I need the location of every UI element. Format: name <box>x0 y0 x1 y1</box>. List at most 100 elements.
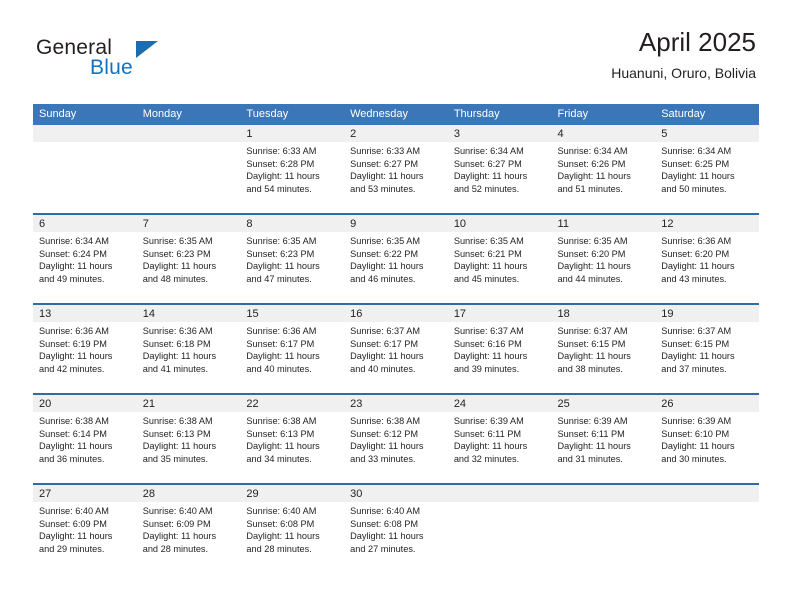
day-detail-sunset: Sunset: 6:21 PM <box>453 248 522 259</box>
day-number: 25 <box>551 395 656 412</box>
column-header-sunday: Sunday <box>33 104 137 125</box>
day-detail-daylight-l2: and 33 minutes. <box>350 453 416 464</box>
day-detail-daylight-l2: and 28 minutes. <box>142 543 209 554</box>
day-detail-sunrise: Sunrise: 6:38 AM <box>246 416 317 426</box>
day-detail-sunrise: Sunrise: 6:37 AM <box>350 326 421 336</box>
day-detail-daylight-l2: and 30 minutes. <box>661 453 727 464</box>
day-number <box>136 125 241 142</box>
day-box <box>551 485 656 573</box>
day-number: 8 <box>240 215 345 232</box>
day-number: 27 <box>33 485 137 502</box>
logo-triangle-icon <box>136 41 158 58</box>
day-box: 26 Sunrise: 6:39 AM Sunset: 6:10 PM Dayligh… <box>655 395 759 483</box>
calendar-day-cell[interactable]: 5 Sunrise: 6:34 AM Sunset: 6:25 PM Daylight… <box>655 125 759 214</box>
day-box: 17 Sunrise: 6:37 AM Sunset: 6:16 PM Dayligh… <box>447 305 552 393</box>
day-number: 15 <box>240 305 345 322</box>
calendar-day-cell[interactable]: 7 Sunrise: 6:35 AM Sunset: 6:23 PM Daylight… <box>136 213 241 304</box>
column-header-saturday: Saturday <box>655 104 759 125</box>
day-detail-sunrise: Sunrise: 6:39 AM <box>557 416 628 426</box>
calendar-header-row: Sunday Monday Tuesday Wednesday Thursday Frid… <box>33 104 759 125</box>
day-detail-daylight-l2: and 42 minutes. <box>39 363 105 374</box>
calendar-day-cell[interactable]: 12 Sunrise: 6:36 AM Sunset: 6:20 PM Dayligh… <box>655 213 759 304</box>
page-title: April 2025 <box>638 27 756 57</box>
calendar-day-cell[interactable]: 8 Sunrise: 6:35 AM Sunset: 6:23 PM Daylight… <box>240 213 345 304</box>
calendar-day-cell[interactable]: 4 Sunrise: 6:34 AM Sunset: 6:26 PM Daylight… <box>551 125 656 214</box>
calendar-day-cell[interactable]: 20 Sunrise: 6:38 AM Sunset: 6:14 PM Dayligh… <box>33 393 137 484</box>
column-header-tuesday: Tuesday <box>240 104 345 125</box>
calendar-day-cell[interactable]: 1 Sunrise: 6:33 AM Sunset: 6:28 PM Daylight… <box>240 125 345 214</box>
calendar-day-cell[interactable]: 17 Sunrise: 6:37 AM Sunset: 6:16 PM Dayligh… <box>447 303 552 394</box>
calendar-day-cell[interactable]: 25 Sunrise: 6:39 AM Sunset: 6:11 PM Dayligh… <box>551 393 656 484</box>
calendar-day-cell[interactable]: 28 Sunrise: 6:40 AM Sunset: 6:09 PM Dayligh… <box>136 483 241 573</box>
day-number: 6 <box>33 215 137 232</box>
day-detail-daylight-l1: Daylight: 11 hours <box>142 261 217 272</box>
day-details: Sunrise: 6:37 AM Sunset: 6:15 PM Daylight:… <box>655 322 759 375</box>
calendar-day-cell[interactable]: 19 Sunrise: 6:37 AM Sunset: 6:15 PM Dayligh… <box>655 303 759 394</box>
day-detail-daylight-l1: Daylight: 11 hours <box>246 441 320 452</box>
day-number: 5 <box>655 125 759 142</box>
day-number <box>447 485 552 502</box>
general-blue-logo[interactable]: General Blue <box>36 36 216 84</box>
day-detail-sunrise: Sunrise: 6:37 AM <box>453 326 524 336</box>
calendar-day-cell[interactable]: 26 Sunrise: 6:39 AM Sunset: 6:10 PM Dayligh… <box>655 393 759 484</box>
day-box: 6 Sunrise: 6:34 AM Sunset: 6:24 PM Daylight… <box>33 215 137 303</box>
calendar-day-cell[interactable]: 13 Sunrise: 6:36 AM Sunset: 6:19 PM Dayligh… <box>33 303 137 394</box>
day-detail-sunrise: Sunrise: 6:37 AM <box>557 326 628 336</box>
day-detail-sunset: Sunset: 6:10 PM <box>661 428 730 439</box>
calendar-day-cell[interactable]: 15 Sunrise: 6:36 AM Sunset: 6:17 PM Dayligh… <box>240 303 345 394</box>
day-detail-daylight-l1: Daylight: 11 hours <box>350 351 424 362</box>
day-detail-daylight-l1: Daylight: 11 hours <box>661 171 735 182</box>
day-details: Sunrise: 6:40 AM Sunset: 6:08 PM Daylight:… <box>240 502 344 555</box>
day-detail-daylight-l1: Daylight: 11 hours <box>350 531 424 542</box>
calendar-day-cell[interactable]: 9 Sunrise: 6:35 AM Sunset: 6:22 PM Daylight… <box>344 213 448 304</box>
day-details: Sunrise: 6:40 AM Sunset: 6:09 PM Daylight:… <box>137 502 241 555</box>
calendar-day-cell[interactable]: 14 Sunrise: 6:36 AM Sunset: 6:18 PM Dayligh… <box>136 303 241 394</box>
day-detail-daylight-l2: and 34 minutes. <box>246 453 312 464</box>
calendar-day-cell[interactable]: 27 Sunrise: 6:40 AM Sunset: 6:09 PM Dayligh… <box>33 483 137 573</box>
day-detail-daylight-l1: Daylight: 11 hours <box>661 441 735 452</box>
day-number: 29 <box>240 485 345 502</box>
calendar-day-cell[interactable]: 18 Sunrise: 6:37 AM Sunset: 6:15 PM Dayligh… <box>551 303 656 394</box>
calendar-day-cell[interactable]: 22 Sunrise: 6:38 AM Sunset: 6:13 PM Dayligh… <box>240 393 345 484</box>
calendar-day-cell[interactable]: 6 Sunrise: 6:34 AM Sunset: 6:24 PM Daylight… <box>33 213 137 304</box>
calendar-day-cell[interactable]: 30 Sunrise: 6:40 AM Sunset: 6:08 PM Dayligh… <box>344 483 448 573</box>
calendar-day-cell[interactable]: 23 Sunrise: 6:38 AM Sunset: 6:12 PM Dayligh… <box>344 393 448 484</box>
calendar-week-row: 1 Sunrise: 6:33 AM Sunset: 6:28 PM Daylight… <box>33 125 759 214</box>
calendar-week-row: 27 Sunrise: 6:40 AM Sunset: 6:09 PM Dayligh… <box>33 483 759 573</box>
day-detail-sunset: Sunset: 6:08 PM <box>350 518 419 529</box>
calendar-day-cell[interactable]: 3 Sunrise: 6:34 AM Sunset: 6:27 PM Daylight… <box>447 125 552 214</box>
day-detail-sunset: Sunset: 6:23 PM <box>142 248 211 259</box>
calendar-day-cell[interactable]: 2 Sunrise: 6:33 AM Sunset: 6:27 PM Daylight… <box>344 125 448 214</box>
day-details: Sunrise: 6:35 AM Sunset: 6:20 PM Daylight:… <box>552 232 656 285</box>
day-box: 29 Sunrise: 6:40 AM Sunset: 6:08 PM Dayligh… <box>240 485 345 573</box>
calendar-day-cell[interactable]: 10 Sunrise: 6:35 AM Sunset: 6:21 PM Dayligh… <box>447 213 552 304</box>
day-detail-daylight-l2: and 32 minutes. <box>453 453 520 464</box>
calendar-day-cell[interactable]: 16 Sunrise: 6:37 AM Sunset: 6:17 PM Dayligh… <box>344 303 448 394</box>
day-details: Sunrise: 6:33 AM Sunset: 6:27 PM Daylight:… <box>344 142 448 195</box>
day-detail-sunrise: Sunrise: 6:35 AM <box>557 236 628 246</box>
day-detail-daylight-l1: Daylight: 11 hours <box>39 261 113 272</box>
day-detail-sunset: Sunset: 6:25 PM <box>661 158 730 169</box>
day-box: 9 Sunrise: 6:35 AM Sunset: 6:22 PM Daylight… <box>344 215 448 303</box>
day-box: 1 Sunrise: 6:33 AM Sunset: 6:28 PM Daylight… <box>240 125 345 213</box>
day-detail-sunset: Sunset: 6:26 PM <box>557 158 626 169</box>
day-detail-daylight-l1: Daylight: 11 hours <box>453 171 528 182</box>
day-box: 14 Sunrise: 6:36 AM Sunset: 6:18 PM Dayligh… <box>136 305 241 393</box>
day-details: Sunrise: 6:36 AM Sunset: 6:18 PM Daylight:… <box>137 322 241 375</box>
day-detail-daylight-l1: Daylight: 11 hours <box>246 171 320 182</box>
day-number: 28 <box>136 485 241 502</box>
calendar-day-cell[interactable]: 21 Sunrise: 6:38 AM Sunset: 6:13 PM Dayligh… <box>136 393 241 484</box>
day-box: 23 Sunrise: 6:38 AM Sunset: 6:12 PM Dayligh… <box>344 395 448 483</box>
day-detail-sunrise: Sunrise: 6:35 AM <box>350 236 421 246</box>
day-box: 15 Sunrise: 6:36 AM Sunset: 6:17 PM Dayligh… <box>240 305 345 393</box>
day-box: 4 Sunrise: 6:34 AM Sunset: 6:26 PM Daylight… <box>551 125 656 213</box>
calendar-day-cell[interactable]: 29 Sunrise: 6:40 AM Sunset: 6:08 PM Dayligh… <box>240 483 345 573</box>
day-number <box>33 125 137 142</box>
day-details: Sunrise: 6:39 AM Sunset: 6:10 PM Daylight:… <box>655 412 759 465</box>
day-detail-sunset: Sunset: 6:24 PM <box>39 248 107 259</box>
day-detail-sunrise: Sunrise: 6:38 AM <box>142 416 213 426</box>
day-detail-daylight-l1: Daylight: 11 hours <box>142 531 217 542</box>
calendar-day-cell[interactable]: 11 Sunrise: 6:35 AM Sunset: 6:20 PM Dayligh… <box>551 213 656 304</box>
calendar-day-cell[interactable]: 24 Sunrise: 6:39 AM Sunset: 6:11 PM Dayligh… <box>447 393 552 484</box>
day-box: 2 Sunrise: 6:33 AM Sunset: 6:27 PM Daylight… <box>344 125 448 213</box>
